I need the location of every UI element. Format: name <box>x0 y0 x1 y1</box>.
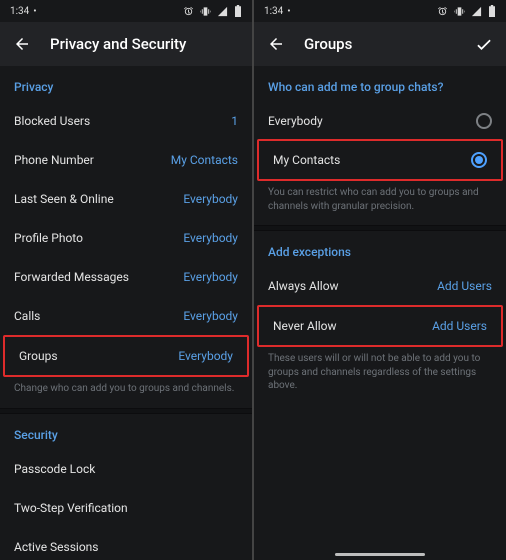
highlight-my-contacts: My Contacts <box>257 139 503 181</box>
row-label: Calls <box>14 309 183 323</box>
status-icons <box>437 5 496 17</box>
section-security: Security Passcode Lock Two-Step Verifica… <box>0 414 252 560</box>
section-header-privacy: Privacy <box>0 66 252 102</box>
confirm-button[interactable] <box>474 34 494 54</box>
row-label: Active Sessions <box>14 540 238 554</box>
app-bar: Privacy and Security <box>0 22 252 66</box>
helper-text: These users will or will not be able to … <box>254 346 506 405</box>
status-icons <box>183 5 242 17</box>
row-label: Profile Photo <box>14 231 183 245</box>
radio-unselected-icon <box>476 113 492 129</box>
row-value: My Contacts <box>171 153 238 167</box>
signal-icon <box>471 6 482 17</box>
status-clock: 1:34 <box>10 6 29 17</box>
section-privacy: Privacy Blocked Users 1 Phone Number My … <box>0 66 252 408</box>
row-label: Never Allow <box>273 319 432 333</box>
row-blocked-users[interactable]: Blocked Users 1 <box>0 102 252 141</box>
back-button[interactable] <box>12 34 32 54</box>
row-value: Add Users <box>437 279 492 293</box>
section-header-who: Who can add me to group chats? <box>254 66 506 102</box>
row-label: Last Seen & Online <box>14 192 183 206</box>
vibrate-icon <box>200 6 211 17</box>
row-phone-number[interactable]: Phone Number My Contacts <box>0 141 252 180</box>
row-value: Everybody <box>183 231 238 245</box>
page-title: Privacy and Security <box>50 35 186 53</box>
row-value: 1 <box>231 114 238 128</box>
row-label: Passcode Lock <box>14 462 238 476</box>
row-label: Always Allow <box>268 279 437 293</box>
radio-selected-icon <box>471 152 487 168</box>
row-passcode-lock[interactable]: Passcode Lock <box>0 450 252 489</box>
row-label: Blocked Users <box>14 114 231 128</box>
row-groups[interactable]: Groups Everybody <box>3 335 249 377</box>
status-bar: 1:34 • <box>0 0 252 22</box>
nav-bar[interactable] <box>254 553 506 556</box>
row-forwarded-messages[interactable]: Forwarded Messages Everybody <box>0 258 252 297</box>
vibrate-icon <box>454 6 465 17</box>
nav-pill-icon <box>335 553 425 556</box>
screen-privacy-security: 1:34 • Privacy and Security Privacy Bloc… <box>0 0 252 560</box>
row-label: Two-Step Verification <box>14 501 238 515</box>
row-value: Everybody <box>183 192 238 206</box>
battery-icon <box>488 5 496 17</box>
row-profile-photo[interactable]: Profile Photo Everybody <box>0 219 252 258</box>
row-label: Forwarded Messages <box>14 270 183 284</box>
signal-icon <box>217 6 228 17</box>
row-always-allow[interactable]: Always Allow Add Users <box>254 267 506 306</box>
notification-dot-icon: • <box>287 6 290 17</box>
status-bar: 1:34 • <box>254 0 506 22</box>
notification-dot-icon: • <box>33 6 36 17</box>
row-last-seen[interactable]: Last Seen & Online Everybody <box>0 180 252 219</box>
row-value: Everybody <box>183 309 238 323</box>
helper-text: You can restrict who can add you to grou… <box>254 180 506 225</box>
row-calls[interactable]: Calls Everybody <box>0 297 252 336</box>
helper-text: Change who can add you to groups and cha… <box>0 376 252 408</box>
radio-my-contacts[interactable]: My Contacts <box>259 141 501 179</box>
back-button[interactable] <box>266 34 286 54</box>
status-clock: 1:34 <box>264 6 283 17</box>
row-value: Everybody <box>178 349 233 363</box>
page-title: Groups <box>304 35 352 53</box>
radio-label: My Contacts <box>273 153 471 167</box>
row-value: Add Users <box>432 319 487 333</box>
row-label: Groups <box>19 349 178 363</box>
alarm-icon <box>183 6 194 17</box>
row-value: Everybody <box>183 270 238 284</box>
alarm-icon <box>437 6 448 17</box>
battery-icon <box>234 5 242 17</box>
row-two-step[interactable]: Two-Step Verification <box>0 489 252 528</box>
radio-label: Everybody <box>268 114 476 128</box>
section-header-exceptions: Add exceptions <box>254 231 506 267</box>
row-never-allow[interactable]: Never Allow Add Users <box>257 305 503 347</box>
radio-everybody[interactable]: Everybody <box>254 102 506 140</box>
app-bar: Groups <box>254 22 506 66</box>
row-active-sessions[interactable]: Active Sessions <box>0 528 252 560</box>
section-header-security: Security <box>0 414 252 450</box>
row-label: Phone Number <box>14 153 171 167</box>
screen-groups: 1:34 • Groups Who can add me to group ch… <box>254 0 506 560</box>
